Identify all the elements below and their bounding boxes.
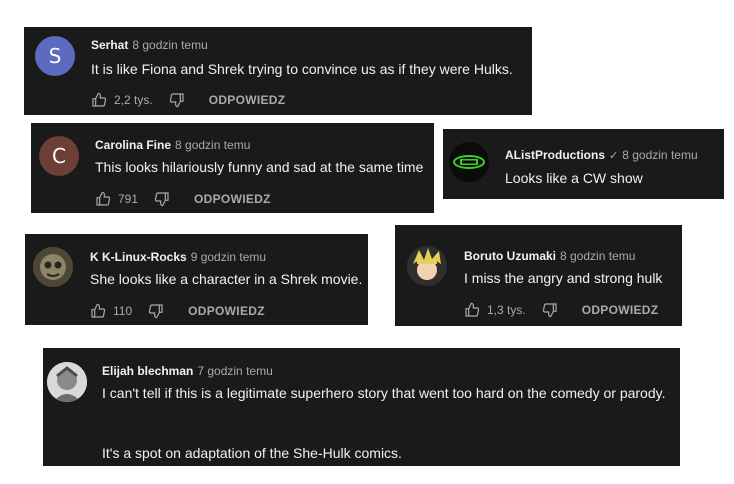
thumbs-down-icon[interactable] [169, 92, 185, 108]
reply-button[interactable]: ODPOWIEDZ [582, 303, 659, 317]
comment-time[interactable]: 8 godzin temu [622, 148, 697, 162]
comment-card: Elijah blechman 7 godzin temu I can't tel… [43, 348, 680, 466]
avatar-image [407, 246, 447, 286]
avatar[interactable] [449, 142, 489, 182]
comment-actions: 2,2 tys. ODPOWIEDZ [91, 92, 285, 108]
reply-button[interactable]: ODPOWIEDZ [188, 304, 265, 318]
comment-card: S Serhat 8 godzin temu It is like Fiona a… [24, 27, 532, 115]
comment-card: Boruto Uzumaki 8 godzin temu I miss the a… [395, 225, 682, 326]
author-name[interactable]: Carolina Fine [95, 138, 171, 152]
like-count: 1,3 tys. [487, 303, 526, 317]
avatar[interactable]: S [35, 36, 75, 76]
author-name[interactable]: Boruto Uzumaki [464, 249, 556, 263]
author-name[interactable]: AListProductions [505, 148, 605, 162]
avatar-letter: C [52, 144, 66, 168]
comment-text: I can't tell if this is a legitimate sup… [102, 385, 666, 401]
comment-header: Boruto Uzumaki 8 godzin temu [464, 249, 635, 263]
comment-header: K K-Linux-Rocks 9 godzin temu [90, 250, 266, 264]
thumbs-down-icon[interactable] [154, 191, 170, 207]
comment-header: AListProductions ✓ 8 godzin temu [505, 148, 698, 162]
avatar[interactable] [47, 362, 87, 402]
check-icon: ✓ [609, 150, 619, 162]
comment-text: This looks hilariously funny and sad at … [95, 159, 424, 175]
thumbs-up-icon[interactable] [464, 302, 480, 318]
avatar[interactable] [33, 247, 73, 287]
comment-text: Looks like a CW show [505, 170, 643, 186]
comment-text: It is like Fiona and Shrek trying to con… [91, 61, 513, 77]
thumbs-down-icon[interactable] [148, 303, 164, 319]
comment-time[interactable]: 8 godzin temu [175, 138, 250, 152]
comment-time[interactable]: 8 godzin temu [132, 38, 207, 52]
like-count: 791 [118, 192, 139, 206]
avatar-logo [453, 155, 485, 169]
author-name[interactable]: K K-Linux-Rocks [90, 250, 187, 264]
thumbs-up-icon[interactable] [95, 191, 111, 207]
comment-text-line-2: It's a spot on adaptation of the She-Hul… [102, 445, 402, 461]
avatar-image [33, 247, 73, 287]
comment-text: She looks like a character in a Shrek mo… [90, 271, 363, 287]
like-count: 2,2 tys. [114, 93, 153, 107]
comment-actions: 1,3 tys. ODPOWIEDZ [464, 302, 658, 318]
like-count: 110 [113, 304, 133, 318]
comment-actions: 110 ODPOWIEDZ [90, 303, 265, 319]
avatar-letter: S [48, 44, 62, 68]
thumbs-down-icon[interactable] [542, 302, 558, 318]
comment-card: C Carolina Fine 8 godzin temu This looks … [31, 123, 434, 213]
reply-button[interactable]: ODPOWIEDZ [209, 93, 286, 107]
reply-button[interactable]: ODPOWIEDZ [194, 192, 271, 206]
comment-header: Serhat 8 godzin temu [91, 38, 208, 52]
author-name[interactable]: Elijah blechman [102, 364, 193, 378]
thumbs-up-icon[interactable] [91, 92, 107, 108]
comment-card: K K-Linux-Rocks 9 godzin temu She looks l… [25, 234, 368, 325]
comment-text: I miss the angry and strong hulk [464, 270, 663, 286]
comment-time[interactable]: 7 godzin temu [197, 364, 272, 378]
comment-time[interactable]: 8 godzin temu [560, 249, 635, 263]
comment-card: AListProductions ✓ 8 godzin temu Looks lik… [443, 129, 724, 199]
comment-actions: 791 ODPOWIEDZ [95, 191, 271, 207]
comment-time[interactable]: 9 godzin temu [191, 250, 266, 264]
avatar[interactable] [407, 246, 447, 286]
comment-header: Elijah blechman 7 godzin temu [102, 364, 273, 378]
avatar-image [47, 362, 87, 402]
thumbs-up-icon[interactable] [90, 303, 106, 319]
avatar[interactable]: C [39, 136, 79, 176]
comment-header: Carolina Fine 8 godzin temu [95, 138, 250, 152]
author-name[interactable]: Serhat [91, 38, 128, 52]
